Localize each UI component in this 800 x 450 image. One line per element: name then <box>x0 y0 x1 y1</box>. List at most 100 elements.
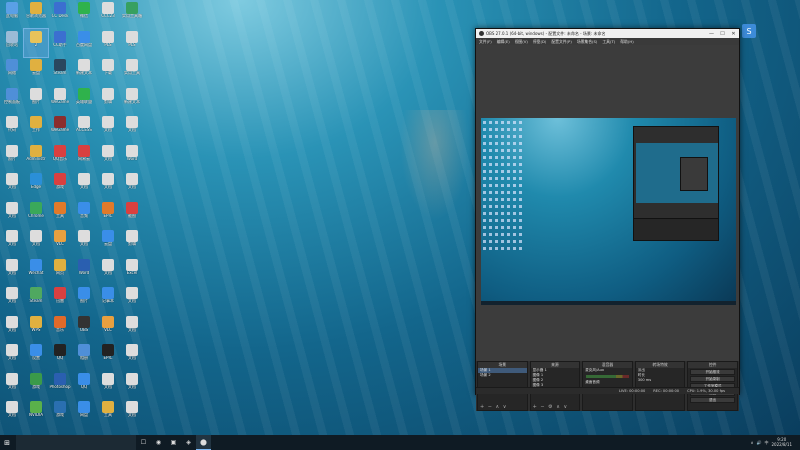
desktop-icon[interactable]: Steam <box>24 285 48 313</box>
volume-icon[interactable]: 🔊 <box>757 440 762 445</box>
desktop-icon[interactable]: 游戏 <box>24 371 48 399</box>
desktop-icon[interactable]: 2 <box>23 27 49 58</box>
desktop-icon[interactable]: 文档 <box>0 200 24 228</box>
desktop-icon[interactable]: 工具 <box>96 399 120 427</box>
obs-preview-canvas[interactable] <box>481 118 736 305</box>
desktop-icon[interactable]: VLC <box>96 314 120 342</box>
close-button[interactable]: ✕ <box>728 31 739 37</box>
desktop-icon[interactable]: 控制面板 <box>0 86 24 114</box>
desktop-icon[interactable]: WPS <box>24 314 48 342</box>
menu-view[interactable]: 视图(V) <box>515 39 528 45</box>
desktop-icon[interactable]: 实用工具 <box>120 57 144 85</box>
store-icon[interactable]: ◈ <box>181 435 196 450</box>
desktop-icon[interactable]: Word <box>120 143 144 171</box>
desktop-icon[interactable]: 音频 <box>72 200 96 228</box>
desktop-icon[interactable]: 新建文本 <box>72 57 96 85</box>
desktop-icon[interactable]: 百度网盘 <box>72 29 96 57</box>
desktop-icon[interactable]: 文档 <box>120 114 144 142</box>
desktop-icon[interactable]: 云盘 <box>96 228 120 256</box>
desktop-icon[interactable]: 游戏 <box>48 171 72 199</box>
desktop-icon[interactable]: 云盘 <box>24 57 48 85</box>
desktop-icon[interactable]: Chrome <box>24 200 48 228</box>
desktop-icon[interactable]: 此电脑 <box>0 0 24 28</box>
desktop-icon[interactable]: 照片 <box>0 143 24 171</box>
edge-icon[interactable]: ◉ <box>151 435 166 450</box>
desktop-icon[interactable]: 文档 <box>0 171 24 199</box>
desktop-icon[interactable]: 文档 <box>120 314 144 342</box>
menu-tools[interactable]: 工具(T) <box>602 39 615 45</box>
menu-edit[interactable]: 编辑(E) <box>497 39 510 45</box>
menu-file[interactable]: 文件(F) <box>479 39 492 45</box>
scenes-toolbar[interactable]: + − ∧ ∨ <box>478 404 527 410</box>
desktop-icon[interactable]: 文档 <box>0 399 24 427</box>
menu-docks[interactable]: 停靠(D) <box>533 39 546 45</box>
desktop-icon[interactable]: WeGame <box>48 114 72 142</box>
desktop-icon[interactable]: 记事本 <box>96 285 120 313</box>
desktop-icon[interactable]: 文档 <box>24 228 48 256</box>
desktop-icon[interactable]: 工作 <box>24 114 48 142</box>
desktop-icon[interactable]: 网络 <box>0 57 24 85</box>
desktop-icon[interactable]: 文档 <box>120 342 144 370</box>
maximize-button[interactable]: ☐ <box>717 31 728 37</box>
desktop-icon[interactable]: Steam <box>48 57 72 85</box>
desktop-icon[interactable]: 文档 <box>120 171 144 199</box>
desktop-icon[interactable]: CCC23 <box>96 0 120 28</box>
menu-scene-collection[interactable]: 场景集合(S) <box>577 39 598 45</box>
obs-titlebar[interactable]: OBS 27.0.1 (64-bit, windows) - 配置文件: 未命名… <box>476 29 739 38</box>
tray-chevron-icon[interactable]: ∧ <box>751 440 754 445</box>
desktop-icon[interactable]: 文档 <box>0 314 24 342</box>
desktop-icon[interactable]: 文档 <box>96 114 120 142</box>
desktop-icon[interactable]: 文档 <box>120 399 144 427</box>
scene-item[interactable]: 场景 2 <box>478 373 527 378</box>
desktop-icon[interactable]: 图片 <box>72 285 96 313</box>
desktop-icon[interactable]: CC Desk <box>48 0 72 28</box>
desktop-icon[interactable]: 英雄联盟 <box>72 86 96 114</box>
desktop-icon[interactable]: QQ <box>48 342 72 370</box>
desktop-icon[interactable]: 代码 <box>0 114 24 142</box>
desktop-icon[interactable]: 截图 <box>120 200 144 228</box>
desktop-icon[interactable]: VLC <box>48 228 72 256</box>
desktop-icon[interactable]: Excel <box>120 257 144 285</box>
obs-preview-area[interactable] <box>476 45 739 361</box>
sources-toolbar[interactable]: + − ⚙ ∧ ∨ <box>531 404 580 410</box>
start-button[interactable]: ⊞ <box>0 435 14 450</box>
desktop-icon[interactable]: 网页 <box>48 257 72 285</box>
desktop-icon[interactable]: 文档 <box>0 228 24 256</box>
desktop-icon[interactable]: PLS <box>96 29 120 57</box>
obs-taskbar-icon[interactable]: ⬤ <box>196 435 211 450</box>
desktop-icon[interactable]: 文档 <box>0 285 24 313</box>
desktop-app-icon[interactable]: S <box>742 24 756 38</box>
desktop-icon[interactable]: 回收站 <box>0 29 24 57</box>
desktop-icon[interactable]: 剪辑 <box>96 86 120 114</box>
desktop-icon[interactable]: OBS <box>72 314 96 342</box>
obs-window[interactable]: OBS 27.0.1 (64-bit, windows) - 配置文件: 未命名… <box>475 28 740 411</box>
desktop-icon[interactable]: ACCESS <box>72 114 96 142</box>
taskbar-search-box[interactable] <box>16 435 136 450</box>
desktop-icon[interactable]: Photoshop <box>48 371 72 399</box>
start-streaming-button[interactable]: 开始推流 <box>690 369 735 375</box>
desktop-icon[interactable]: Wechat <box>24 257 48 285</box>
desktop-icon[interactable]: EPIC <box>96 342 120 370</box>
desktop-icon[interactable]: 文档 <box>0 342 24 370</box>
minimize-button[interactable]: — <box>706 31 717 37</box>
desktop-icon[interactable]: 文档 <box>96 143 120 171</box>
desktop-icon[interactable]: 文档 <box>72 171 96 199</box>
exit-button[interactable]: 退出 <box>690 397 735 403</box>
desktop-icon[interactable]: Edge <box>24 171 48 199</box>
desktop-icon[interactable]: Administr <box>24 143 48 171</box>
desktop-icon[interactable]: QQ <box>72 371 96 399</box>
desktop-icon[interactable]: 音乐 <box>48 314 72 342</box>
desktop-icon[interactable]: 图片 <box>24 86 48 114</box>
desktop-icon[interactable]: Word <box>72 257 96 285</box>
desktop-icon[interactable]: 迅雷 <box>48 285 72 313</box>
desktop-icon[interactable]: 剪辑 <box>120 228 144 256</box>
desktop-icon[interactable]: 设置 <box>24 342 48 370</box>
desktop-icon[interactable]: 工具 <box>48 200 72 228</box>
desktop-icon[interactable]: CC助手 <box>48 29 72 57</box>
desktop-icon[interactable]: EPIC <box>96 200 120 228</box>
desktop-icon[interactable]: 文档 <box>96 171 120 199</box>
desktop-icon[interactable]: 文档 <box>96 257 120 285</box>
menu-help[interactable]: 帮助(H) <box>620 39 633 45</box>
taskbar-clock[interactable]: 9:20 2022/8/11 <box>771 437 792 447</box>
desktop-icon[interactable]: 文档 <box>0 371 24 399</box>
